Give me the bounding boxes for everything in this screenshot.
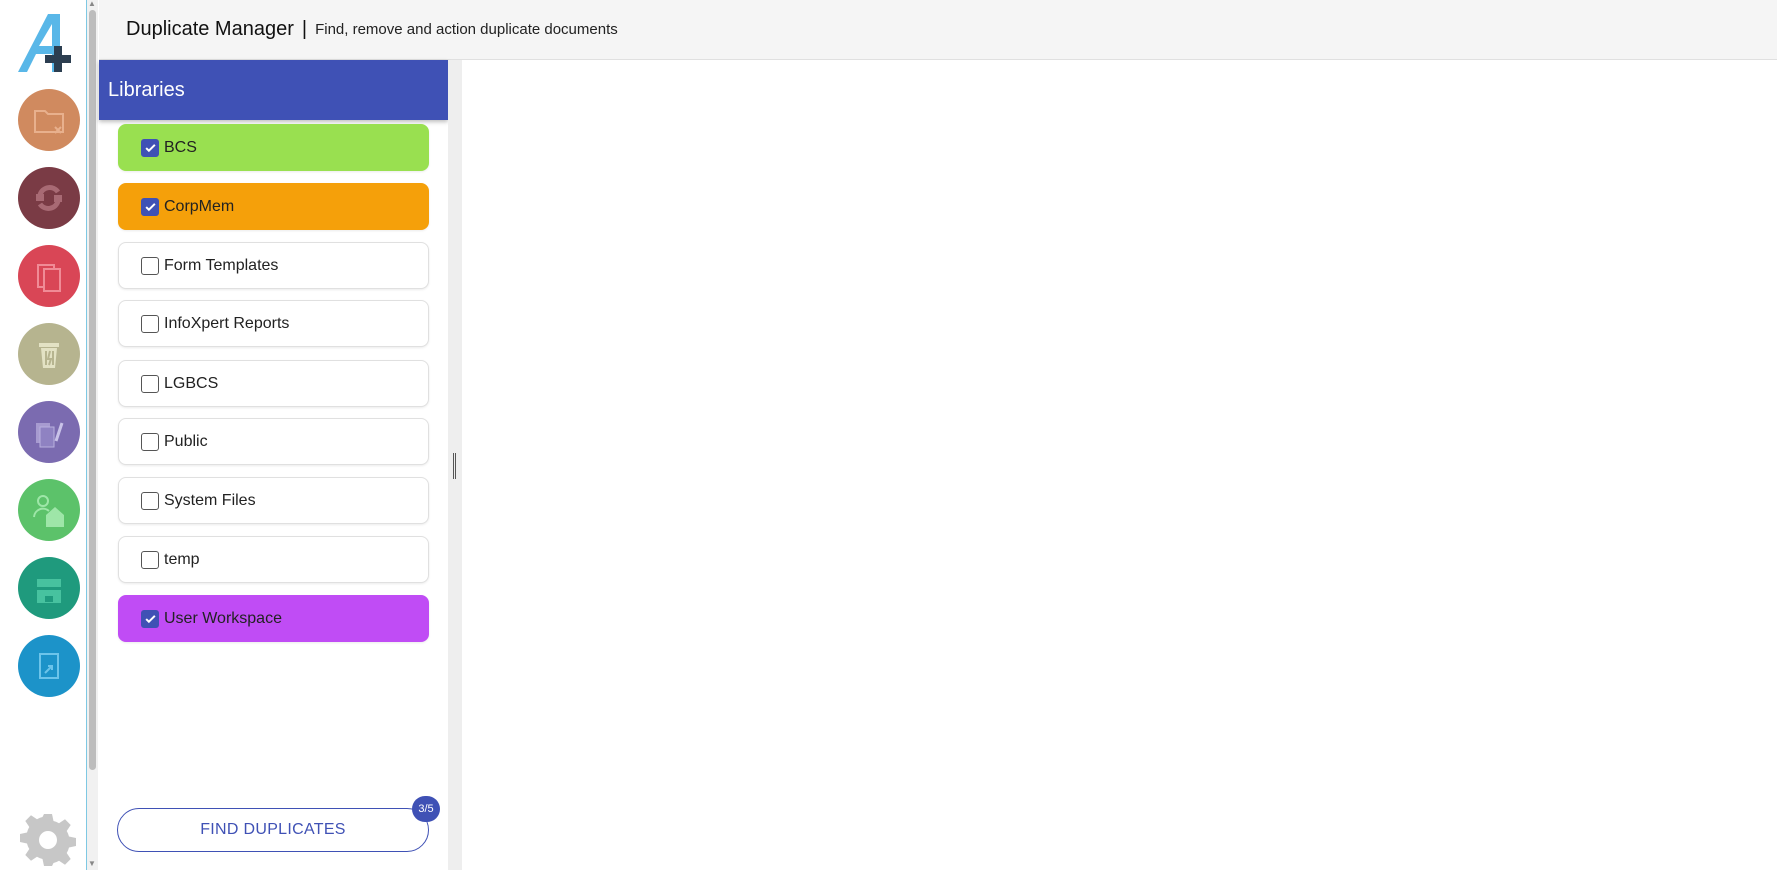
document-link-icon [39,653,59,679]
app-rail [0,0,87,870]
scroll-up-arrow-icon[interactable]: ▲ [88,0,96,8]
library-label: BCS [164,138,197,156]
archive-box-icon [37,579,61,603]
user-home-icon [33,495,64,527]
scrollbar-thumb[interactable] [89,10,96,770]
panel-splitter[interactable] [448,60,462,870]
rail-app-button[interactable] [18,557,80,619]
page-subtitle: Find, remove and action duplicate docume… [315,21,618,38]
library-label: Public [164,432,208,450]
library-checkbox[interactable] [141,550,159,569]
scroll-down-arrow-icon[interactable]: ▼ [88,860,96,868]
library-item[interactable]: LGBCS [118,360,429,407]
app-logo-icon[interactable] [14,10,84,75]
libraries-heading: Libraries [99,60,448,120]
library-checkbox-checked[interactable] [141,609,159,628]
rail-scrollbar[interactable]: ▲ ▼ [87,0,98,870]
find-duplicates-button[interactable]: FIND DUPLICATES [117,808,429,852]
library-checkbox[interactable] [141,314,159,333]
rail-app-button[interactable] [18,401,80,463]
library-label: InfoXpert Reports [164,314,290,332]
rail-app-button[interactable] [18,245,80,307]
library-checkbox[interactable] [141,432,159,451]
library-item[interactable]: Public [118,418,429,465]
duplicate-documents-icon [37,264,61,292]
library-checkbox[interactable] [141,256,159,275]
sync-icon [36,185,62,211]
library-checkbox[interactable] [141,374,159,393]
library-item[interactable]: User Workspace [118,595,429,642]
library-item[interactable]: CorpMem [118,183,429,230]
library-label: System Files [164,491,256,509]
library-label: LGBCS [164,374,219,392]
rail-app-button[interactable] [18,635,80,697]
library-label: CorpMem [164,197,235,215]
libraries-panel: Libraries BCS CorpMem Form Templates InfoXp… [99,60,448,870]
library-item[interactable]: System Files [118,477,429,524]
page-title: Duplicate Manager [126,18,294,40]
library-checkbox-checked[interactable] [141,138,159,157]
library-checkbox[interactable] [141,491,159,510]
rail-app-button[interactable] [18,479,80,541]
library-label: temp [164,550,200,568]
page-header: Duplicate Manager | Find, remove and act… [99,0,1777,60]
title-separator: | [301,18,308,40]
recycle-bin-icon [39,343,59,368]
library-label: Form Templates [164,256,279,274]
results-area [462,60,1777,870]
rail-app-button[interactable] [18,89,80,151]
rail-app-button[interactable] [18,323,80,385]
folder-move-icon [34,110,64,134]
splitter-grip-icon[interactable] [453,453,456,479]
library-item[interactable]: BCS [118,124,429,171]
library-item[interactable]: temp [118,536,429,583]
library-checkbox-checked[interactable] [141,197,159,216]
rail-app-button[interactable] [18,167,80,229]
library-item[interactable]: Form Templates [118,242,429,289]
selected-count-badge: 3/5 [412,796,440,822]
library-label: User Workspace [164,609,282,627]
edit-documents-icon [36,422,64,448]
library-item[interactable]: InfoXpert Reports [118,300,429,347]
settings-gear-icon[interactable] [20,812,76,868]
